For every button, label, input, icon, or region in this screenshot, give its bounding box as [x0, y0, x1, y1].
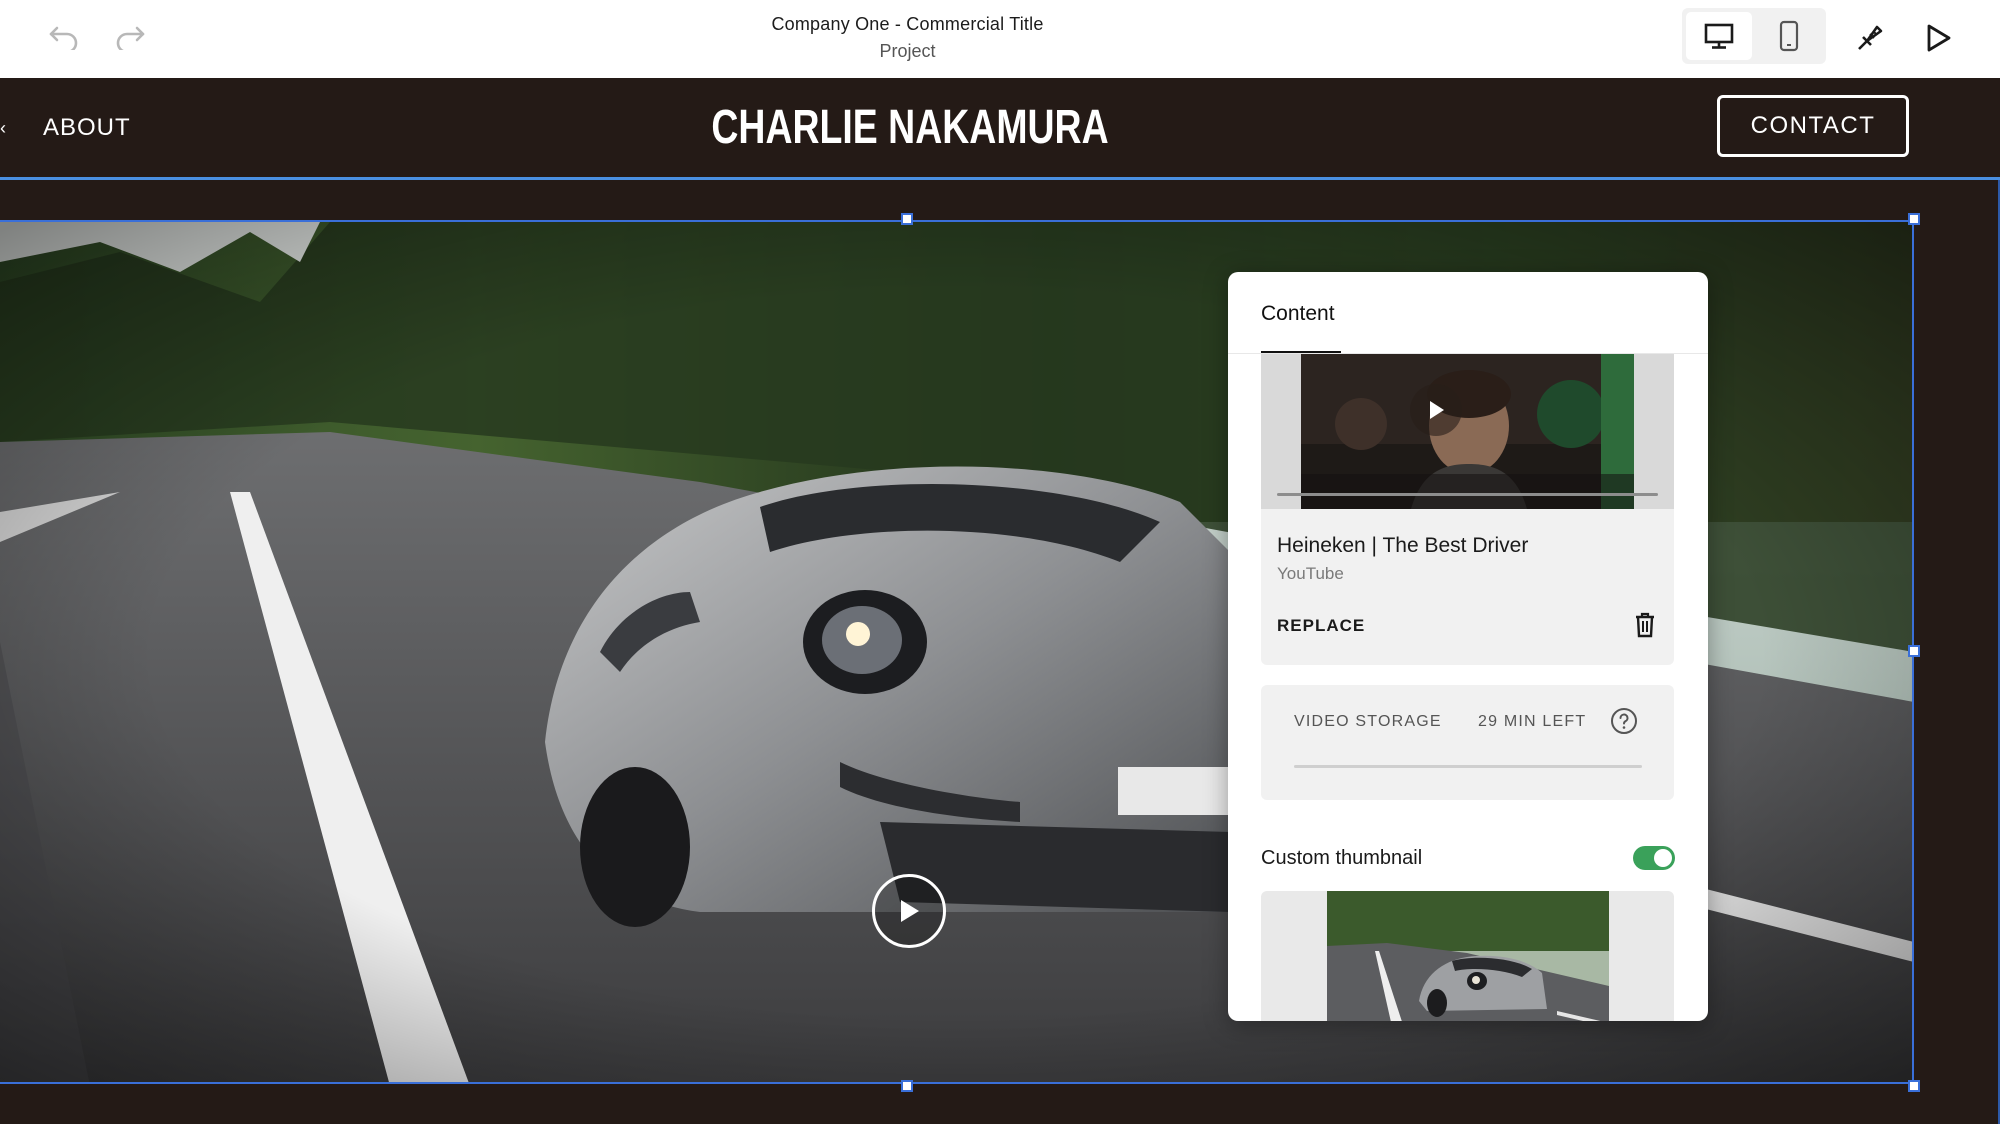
trash-icon: [1636, 612, 1654, 638]
play-icon: [1430, 401, 1444, 419]
site-title[interactable]: CHARLIE NAKAMURA: [200, 100, 1620, 155]
custom-thumbnail-preview[interactable]: [1261, 891, 1674, 1021]
desktop-icon: [1704, 23, 1734, 49]
play-icon: [1927, 24, 1951, 52]
custom-thumbnail-image: [1327, 891, 1609, 1021]
help-icon[interactable]: [1610, 707, 1638, 735]
design-button[interactable]: [1846, 14, 1894, 62]
editor-toolbar: Company One - Commercial Title Project: [0, 0, 2000, 78]
thumbnail-play-button[interactable]: [1410, 384, 1462, 436]
resize-handle-bottom[interactable]: [901, 1080, 913, 1092]
video-storage-label: VIDEO STORAGE: [1294, 713, 1442, 730]
resize-handle-top-right[interactable]: [1908, 213, 1920, 225]
delete-video-button[interactable]: [1631, 610, 1659, 640]
document-subtitle: Project: [879, 41, 936, 61]
resize-handle-bottom-right[interactable]: [1908, 1080, 1920, 1092]
preview-button[interactable]: [1914, 14, 1962, 62]
play-icon: [901, 900, 919, 922]
video-storage-card: VIDEO STORAGE 29 MIN LEFT: [1261, 685, 1674, 800]
content-panel: Content Heineken | The Best Driver YouTu…: [1228, 272, 1708, 1021]
paintbrush-icon: [1858, 25, 1883, 50]
mobile-view-button[interactable]: [1756, 12, 1822, 60]
video-card: Heineken | The Best Driver YouTube REPLA…: [1261, 354, 1674, 665]
resize-handle-top[interactable]: [901, 213, 913, 225]
contact-button[interactable]: CONTACT: [1717, 95, 1909, 157]
video-title: Heineken | The Best Driver: [1277, 534, 1529, 557]
site-header[interactable]: ‹ ABOUT CHARLIE NAKAMURA CONTACT: [0, 78, 2000, 180]
video-play-button[interactable]: [872, 874, 946, 948]
video-thumbnail-image: [1301, 354, 1634, 509]
document-title: Company One - Commercial Title: [771, 14, 1044, 34]
mobile-icon: [1779, 20, 1799, 52]
nav-link-about[interactable]: ABOUT: [43, 114, 131, 142]
resize-handle-right[interactable]: [1908, 645, 1920, 657]
custom-thumbnail-toggle[interactable]: [1633, 846, 1675, 870]
desktop-view-button[interactable]: [1686, 12, 1752, 60]
replace-button[interactable]: REPLACE: [1277, 616, 1365, 636]
tab-content[interactable]: Content: [1261, 302, 1335, 326]
nav-scroll-indicator: ‹: [0, 118, 6, 138]
thumbnail-progress-track: [1277, 493, 1658, 496]
video-thumbnail[interactable]: [1261, 354, 1674, 509]
video-storage-remaining: 29 MIN LEFT: [1478, 713, 1587, 730]
video-storage-bar: [1294, 765, 1642, 768]
toggle-knob: [1654, 849, 1672, 867]
custom-thumbnail-label: Custom thumbnail: [1261, 847, 1423, 869]
video-source: YouTube: [1277, 564, 1344, 583]
